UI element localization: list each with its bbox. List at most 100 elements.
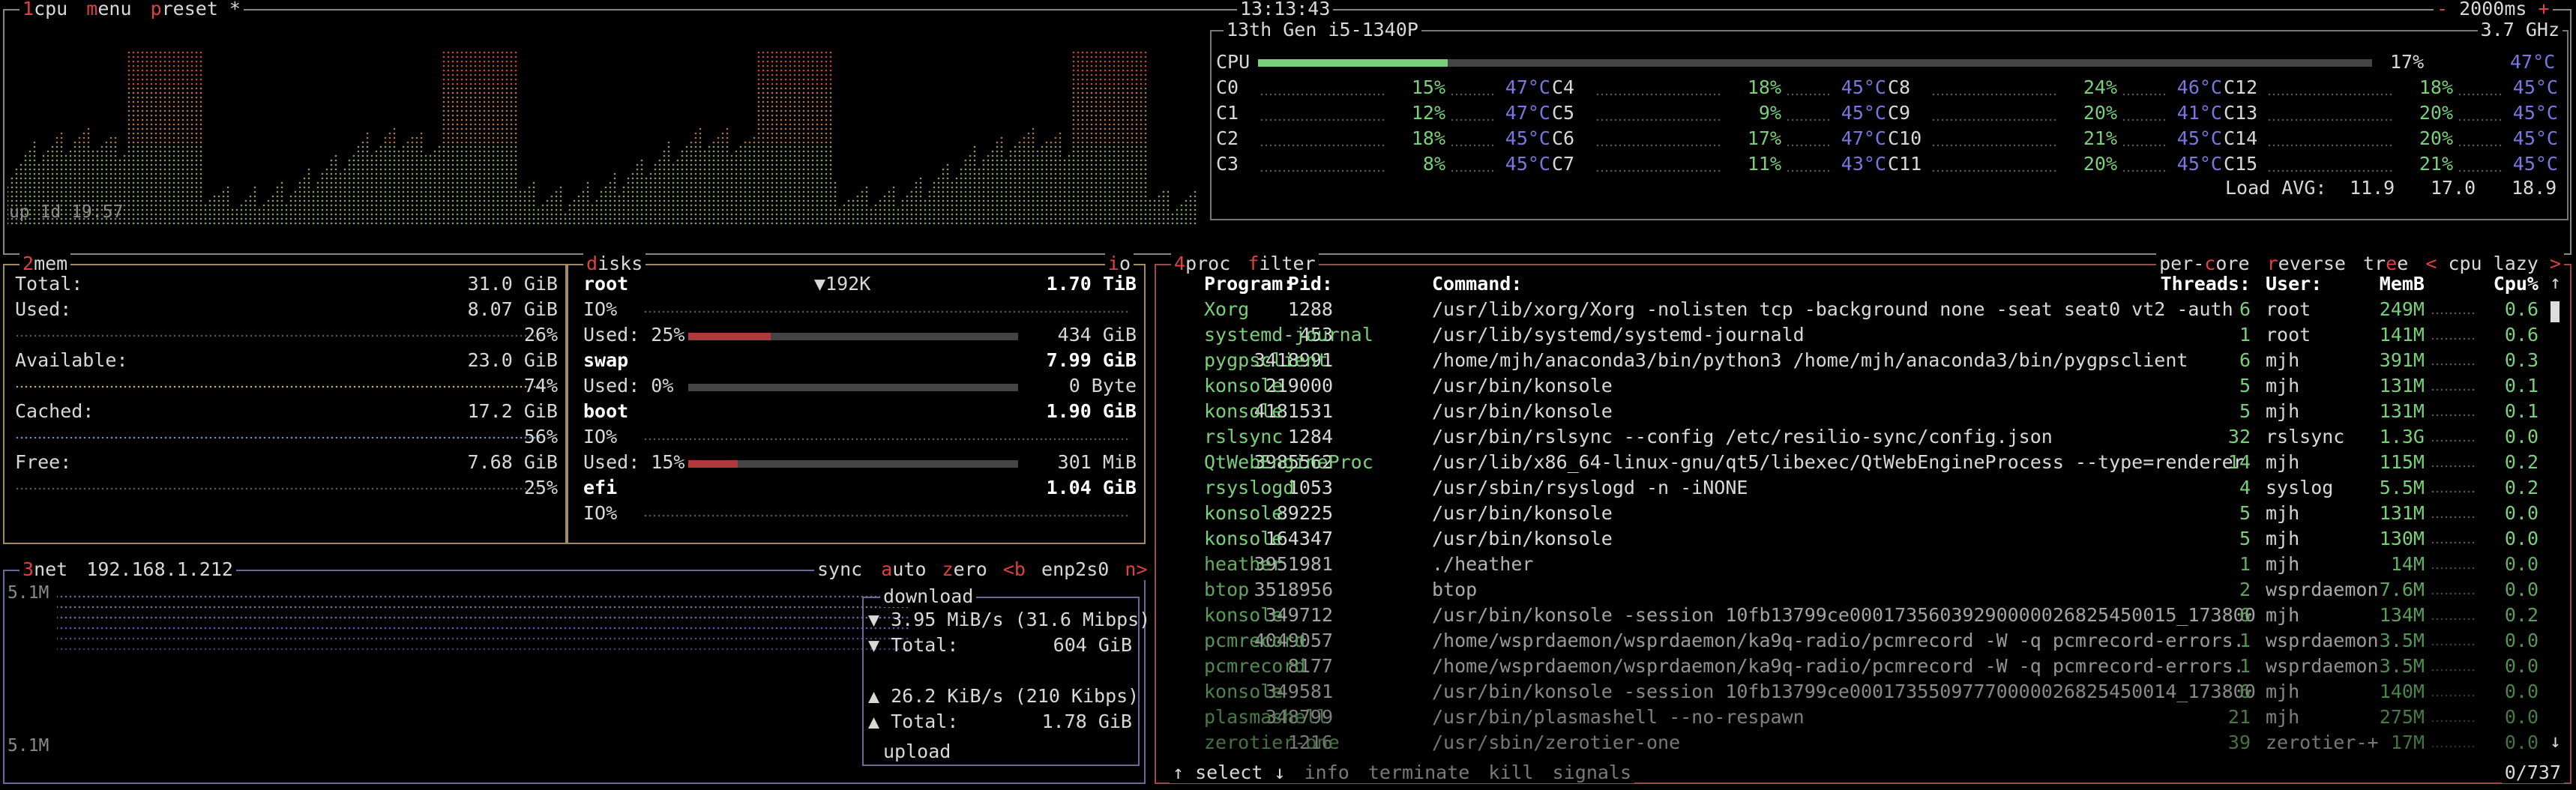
cpu-graph-dot — [640, 172, 643, 175]
cpu-graph-dot — [1036, 159, 1039, 162]
cpu-graph-dot — [199, 136, 202, 139]
cpu-graph-dot — [802, 150, 805, 153]
cpu-graph-dot — [154, 172, 157, 175]
cpu-graph-dot — [141, 114, 144, 117]
cpu-graph-dot — [514, 154, 517, 157]
cpu-graph-dot — [978, 222, 981, 225]
cpu-graph-dot — [685, 145, 688, 148]
preset-button[interactable]: preset * — [151, 0, 241, 19]
cpu-graph-dot — [334, 208, 337, 211]
interval-decrease[interactable]: - — [2437, 0, 2448, 19]
cpu-graph-dot — [375, 217, 378, 220]
cpu-graph-dot — [510, 100, 513, 103]
cpu-graph-dot — [825, 132, 828, 135]
menu-button[interactable]: menu — [86, 0, 131, 19]
cpu-graph-dot — [1095, 204, 1098, 207]
cpu-graph-dot — [789, 64, 792, 67]
cpu-graph-dot — [762, 132, 765, 135]
cpu-graph-dot — [1122, 69, 1125, 72]
interval-increase[interactable]: + — [2539, 0, 2550, 19]
update-interval[interactable]: - 2000ms + — [2434, 0, 2553, 19]
cpu-graph-dot — [69, 163, 72, 166]
cpu-graph-dot — [1072, 195, 1075, 198]
cpu-graph-dot — [1068, 204, 1071, 207]
cpu-graph-dot — [636, 190, 639, 193]
cpu-graph-dot — [483, 60, 486, 63]
cpu-graph-dot — [802, 159, 805, 162]
cpu-graph-dot — [424, 168, 427, 171]
cpu-graph-dot — [1090, 55, 1093, 58]
cpu-graph-dot — [393, 154, 396, 157]
cpu-graph-dot — [681, 177, 684, 180]
cpu-graph-dot — [19, 181, 22, 184]
cpu-graph-dot — [150, 109, 153, 112]
cpu-graph-dot — [681, 204, 684, 207]
cpu-tab-label[interactable]: cpu — [34, 0, 67, 19]
cpu-graph-dot — [505, 87, 508, 90]
cpu-graph-dot — [474, 87, 477, 90]
cpu-graph-dot — [1068, 208, 1071, 211]
cpu-graph-dot — [406, 145, 409, 148]
cpu-graph-dot — [303, 181, 306, 184]
cpu-graph-dot — [483, 87, 486, 90]
cpu-graph-dot — [406, 163, 409, 166]
cpu-graph-dot — [816, 195, 819, 198]
cpu-graph-dot — [492, 82, 495, 85]
cpu-graph-dot — [1036, 177, 1039, 180]
cpu-graph-dot — [699, 150, 702, 153]
cpu-graph-dot — [802, 222, 805, 225]
cpu-graph-dot — [100, 222, 103, 225]
cpu-graph-dot — [24, 172, 27, 175]
cpu-graph-dot — [618, 204, 621, 207]
cpu-graph-dot — [1122, 186, 1125, 189]
cpu-graph-dot — [370, 154, 373, 157]
cpu-graph-dot — [1018, 217, 1021, 220]
cpu-graph-dot — [960, 168, 963, 171]
cpu-graph-dot — [501, 154, 504, 157]
cpu-graph-dot — [181, 136, 184, 139]
cpu-graph-dot — [1045, 195, 1048, 198]
cpu-graph-dot — [456, 91, 459, 94]
cpu-graph-dot — [658, 208, 661, 211]
cpu-graph-dot — [330, 213, 333, 216]
cpu-graph-dot — [1117, 132, 1120, 135]
cpu-graph-dot — [114, 186, 117, 189]
cpu-graph-dot — [1009, 177, 1012, 180]
cpu-graph-dot — [190, 123, 193, 126]
cpu-graph-dot — [532, 217, 535, 220]
cpu-graph-dot — [829, 136, 832, 139]
cpu-graph-dot — [177, 172, 180, 175]
cpu-graph-dot — [753, 195, 756, 198]
cpu-graph-dot — [766, 181, 769, 184]
cpu-graph-dot — [942, 213, 945, 216]
cpu-graph-dot — [402, 168, 405, 171]
cpu-graph-dot — [370, 213, 373, 216]
cpu-graph-dot — [141, 132, 144, 135]
cpu-graph-dot — [1126, 82, 1129, 85]
cpu-graph-dot — [973, 172, 976, 175]
cpu-graph-dot — [856, 217, 859, 220]
cpu-graph-dot — [465, 217, 468, 220]
cpu-graph-dot — [1099, 213, 1102, 216]
cpu-graph-dot — [33, 222, 36, 225]
cpu-graph-dot — [1068, 186, 1071, 189]
cpu-graph-dot — [456, 213, 459, 216]
cpu-graph-dot — [1108, 73, 1111, 76]
cpu-graph-dot — [235, 213, 238, 216]
cpu-graph-dot — [276, 208, 279, 211]
cpu-graph-dot — [163, 150, 166, 153]
cpu-graph-dot — [856, 195, 859, 198]
cpu-graph-dot — [496, 127, 499, 130]
cpu-graph-dot — [505, 177, 508, 180]
cpu-graph-dot — [492, 181, 495, 184]
cpu-graph-dot — [397, 217, 400, 220]
cpu-graph-dot — [28, 190, 31, 193]
cpu-graph-dot — [298, 195, 301, 198]
cpu-graph-dot — [690, 199, 693, 202]
cpu-graph-dot — [294, 213, 297, 216]
cpu-graph-dot — [132, 208, 135, 211]
cpu-graph-dot — [627, 208, 630, 211]
cpu-graph-dot — [1104, 168, 1107, 171]
cpu-graph-dot — [460, 154, 463, 157]
cpu-graph-dot — [811, 132, 814, 135]
